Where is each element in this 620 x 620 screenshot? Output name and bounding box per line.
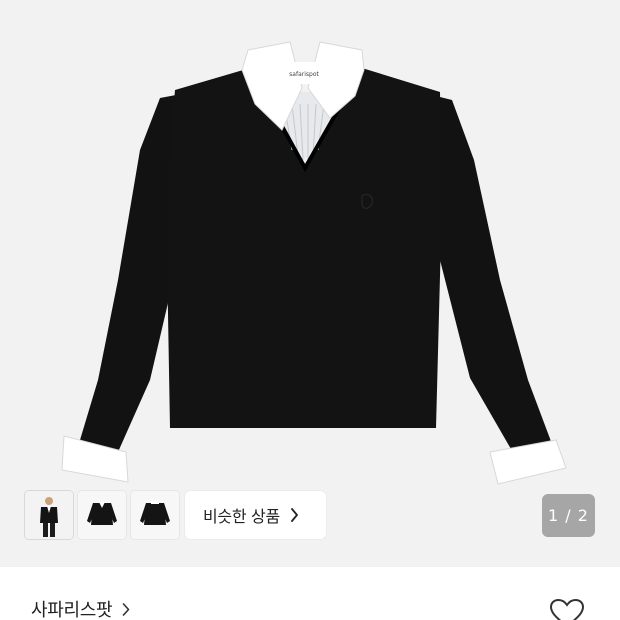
thumbnail-front-image: [78, 491, 126, 539]
chevron-right-icon: [123, 602, 130, 616]
brand-link[interactable]: 사파리스팟: [31, 596, 130, 620]
product-image-area[interactable]: safarispot 비슷한 상품 1 / 2: [0, 0, 620, 566]
brand-name: 사파리스팟: [31, 600, 113, 620]
chevron-right-icon: [290, 508, 298, 522]
thumbnail-model[interactable]: [25, 491, 73, 539]
thumbnail-model-image: [25, 491, 73, 539]
thumbnail-back[interactable]: [131, 491, 179, 539]
product-image: safarispot: [61, 41, 567, 485]
collar-logo: safarispot: [289, 71, 319, 78]
section-divider: [0, 566, 620, 567]
thumbnail-strip: [25, 491, 179, 539]
similar-products-label: 비슷한 상품: [203, 507, 280, 526]
similar-products-button[interactable]: 비슷한 상품: [185, 491, 326, 539]
thumbnail-back-image: [131, 491, 179, 539]
thumbnail-front[interactable]: [78, 491, 126, 539]
heart-outline-icon[interactable]: [549, 598, 585, 620]
image-page-indicator: 1 / 2: [542, 494, 595, 537]
